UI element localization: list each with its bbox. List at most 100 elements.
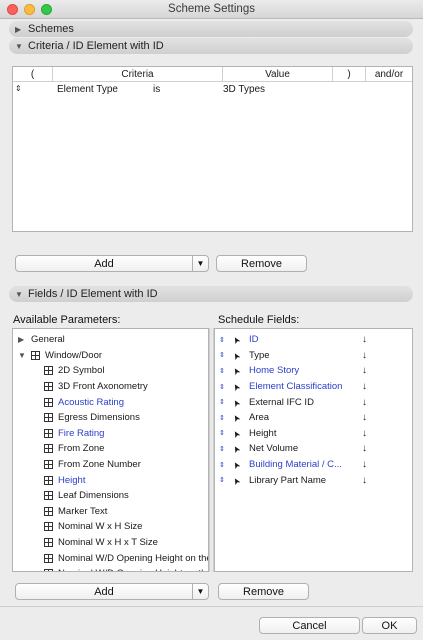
criteria-remove-label: Remove bbox=[241, 257, 282, 270]
available-parameter-item[interactable]: From Zone bbox=[13, 441, 208, 457]
value-cell[interactable]: 3D Types bbox=[223, 84, 265, 95]
parameter-grid-icon bbox=[44, 382, 53, 392]
schedule-field-item[interactable]: ⇕ ➤ External IFC ID ↓ bbox=[215, 394, 412, 410]
schedule-field-item[interactable]: ⇕ ➤ Element Classification ↓ bbox=[215, 379, 412, 395]
criteria-label: Criteria / ID Element with ID bbox=[28, 40, 164, 52]
disclosure-collapsed-icon[interactable]: ▶ bbox=[18, 335, 28, 344]
available-parameter-label: 3D Front Axonometry bbox=[58, 381, 148, 393]
sort-order-icon[interactable]: ↓ bbox=[362, 428, 367, 439]
available-parameter-item[interactable]: Nominal W/D Opening Height on the bbox=[13, 550, 208, 566]
column-open-paren[interactable]: ( bbox=[13, 67, 53, 81]
fields-remove-button[interactable]: Remove bbox=[218, 583, 309, 600]
sort-order-icon[interactable]: ↓ bbox=[362, 397, 367, 408]
chevron-down-icon[interactable]: ▼ bbox=[192, 584, 208, 599]
schedule-field-item[interactable]: ⇕ ➤ Height ↓ bbox=[215, 426, 412, 442]
available-parameter-item[interactable]: Nominal W/D Opening Height on th bbox=[13, 566, 208, 571]
schedule-fields-list[interactable]: ⇕ ➤ ID ↓ ⇕ ➤ Type ↓ ⇕ ➤ Home Story ↓ ⇕ ➤ Element Class… bbox=[214, 328, 413, 572]
pointer-icon: ➤ bbox=[230, 459, 243, 472]
disclosure-expanded-icon[interactable]: ▼ bbox=[18, 351, 28, 360]
available-parameter-item[interactable]: Fire Rating bbox=[13, 426, 208, 442]
available-parameter-label: Nominal W x H Size bbox=[58, 521, 143, 533]
reorder-handle-icon[interactable]: ⇕ bbox=[219, 383, 228, 391]
criteria-cell[interactable]: Element Type bbox=[57, 84, 118, 95]
available-parameter-item[interactable]: 2D Symbol bbox=[13, 363, 208, 379]
chevron-down-icon[interactable]: ▼ bbox=[192, 256, 208, 271]
reorder-handle-icon[interactable]: ⇕ bbox=[219, 398, 228, 406]
available-parameter-item[interactable]: Marker Text bbox=[13, 504, 208, 520]
schedule-field-item[interactable]: ⇕ ➤ Library Part Name ↓ bbox=[215, 472, 412, 488]
sort-order-icon[interactable]: ↓ bbox=[362, 412, 367, 423]
criteria-table-header: ( Criteria Value ) and/or bbox=[13, 67, 412, 82]
criteria-section-header[interactable]: ▼ Criteria / ID Element with ID bbox=[9, 38, 413, 54]
parameter-grid-icon bbox=[44, 491, 53, 501]
reorder-handle-icon[interactable]: ⇕ bbox=[219, 414, 228, 422]
schedule-field-item[interactable]: ⇕ ➤ Type ↓ bbox=[215, 348, 412, 364]
schedule-field-item[interactable]: ⇕ ➤ Area ↓ bbox=[215, 410, 412, 426]
available-parameter-item[interactable]: 3D Front Axonometry bbox=[13, 379, 208, 395]
sort-order-icon[interactable]: ↓ bbox=[362, 459, 367, 470]
available-parameter-item[interactable]: Height bbox=[13, 472, 208, 488]
criteria-add-button[interactable]: Add ▼ bbox=[15, 255, 209, 272]
column-and-or[interactable]: and/or bbox=[366, 67, 412, 81]
fields-add-button[interactable]: Add ▼ bbox=[15, 583, 209, 600]
criteria-row[interactable]: ⇕ Element Type is 3D Types bbox=[13, 83, 412, 97]
available-parameter-item[interactable]: Nominal W x H x T Size bbox=[13, 535, 208, 551]
window-title: Scheme Settings bbox=[168, 3, 255, 15]
fields-section-header[interactable]: ▼ Fields / ID Element with ID bbox=[9, 286, 413, 302]
available-parameter-item[interactable]: ▶ General bbox=[13, 332, 208, 348]
parameter-grid-icon bbox=[44, 569, 53, 571]
reorder-handle-icon[interactable]: ⇕ bbox=[219, 476, 228, 484]
reorder-handle-icon[interactable]: ⇕ bbox=[219, 367, 228, 375]
sort-order-icon[interactable]: ↓ bbox=[362, 381, 367, 392]
parameter-grid-icon bbox=[31, 350, 40, 360]
cancel-button[interactable]: Cancel bbox=[259, 617, 360, 634]
available-parameter-label: Leaf Dimensions bbox=[58, 490, 129, 502]
pointer-icon: ➤ bbox=[230, 475, 243, 487]
available-parameter-label: Window/Door bbox=[45, 349, 103, 361]
ok-button[interactable]: OK bbox=[362, 617, 417, 634]
available-parameter-item[interactable]: Nominal W x H Size bbox=[13, 519, 208, 535]
available-parameter-item[interactable]: ▼ Window/Door bbox=[13, 348, 208, 364]
sort-order-icon[interactable]: ↓ bbox=[362, 334, 367, 345]
sort-order-icon[interactable]: ↓ bbox=[362, 475, 367, 486]
footer-divider bbox=[0, 606, 423, 607]
pointer-icon: ➤ bbox=[230, 444, 243, 456]
schemes-section-header[interactable]: ▶ Schemes bbox=[9, 21, 413, 37]
cancel-label: Cancel bbox=[292, 619, 327, 632]
available-parameter-label: Nominal W/D Opening Height on the bbox=[58, 552, 208, 564]
disclosure-expanded-icon: ▼ bbox=[15, 41, 23, 51]
reorder-handle-icon[interactable]: ⇕ bbox=[219, 429, 228, 437]
fields-label: Fields / ID Element with ID bbox=[28, 288, 158, 300]
schedule-field-item[interactable]: ⇕ ➤ ID ↓ bbox=[215, 332, 412, 348]
reorder-handle-icon[interactable]: ⇕ bbox=[219, 445, 228, 453]
schedule-field-item[interactable]: ⇕ ➤ Net Volume ↓ bbox=[215, 441, 412, 457]
available-parameter-label: Acoustic Rating bbox=[58, 396, 125, 408]
column-value[interactable]: Value bbox=[223, 67, 333, 81]
available-parameter-label: Fire Rating bbox=[58, 427, 105, 439]
fields-remove-label: Remove bbox=[243, 585, 284, 598]
available-parameter-item[interactable]: From Zone Number bbox=[13, 457, 208, 473]
criteria-table[interactable]: ( Criteria Value ) and/or ⇕ Element Type… bbox=[12, 66, 413, 232]
reorder-handle-icon[interactable]: ⇕ bbox=[219, 351, 228, 359]
reorder-handle-icon[interactable]: ⇕ bbox=[219, 336, 228, 344]
schedule-field-item[interactable]: ⇕ ➤ Building Material / C... ↓ bbox=[215, 457, 412, 473]
operator-cell[interactable]: is bbox=[153, 84, 160, 95]
reorder-handle-icon[interactable]: ⇕ bbox=[219, 461, 228, 469]
column-criteria[interactable]: Criteria bbox=[53, 67, 223, 81]
pointer-icon: ➤ bbox=[230, 397, 243, 409]
sort-order-icon[interactable]: ↓ bbox=[362, 350, 367, 361]
criteria-remove-button[interactable]: Remove bbox=[216, 255, 307, 272]
available-parameter-item[interactable]: Egress Dimensions bbox=[13, 410, 208, 426]
available-parameter-item[interactable]: Leaf Dimensions bbox=[13, 488, 208, 504]
available-parameter-label: Height bbox=[58, 474, 86, 486]
schedule-field-label: Building Material / C... bbox=[249, 459, 342, 471]
row-drag-handle-icon[interactable]: ⇕ bbox=[15, 84, 22, 93]
available-parameter-label: Marker Text bbox=[58, 505, 108, 517]
sort-order-icon[interactable]: ↓ bbox=[362, 365, 367, 376]
sort-order-icon[interactable]: ↓ bbox=[362, 443, 367, 454]
available-parameter-item[interactable]: Acoustic Rating bbox=[13, 394, 208, 410]
parameter-grid-icon bbox=[44, 366, 53, 376]
schedule-field-item[interactable]: ⇕ ➤ Home Story ↓ bbox=[215, 363, 412, 379]
column-close-paren[interactable]: ) bbox=[333, 67, 366, 81]
available-parameters-list[interactable]: ▶ General ▼ Window/Door 2D Symbol 3D Front Ax… bbox=[12, 328, 209, 572]
